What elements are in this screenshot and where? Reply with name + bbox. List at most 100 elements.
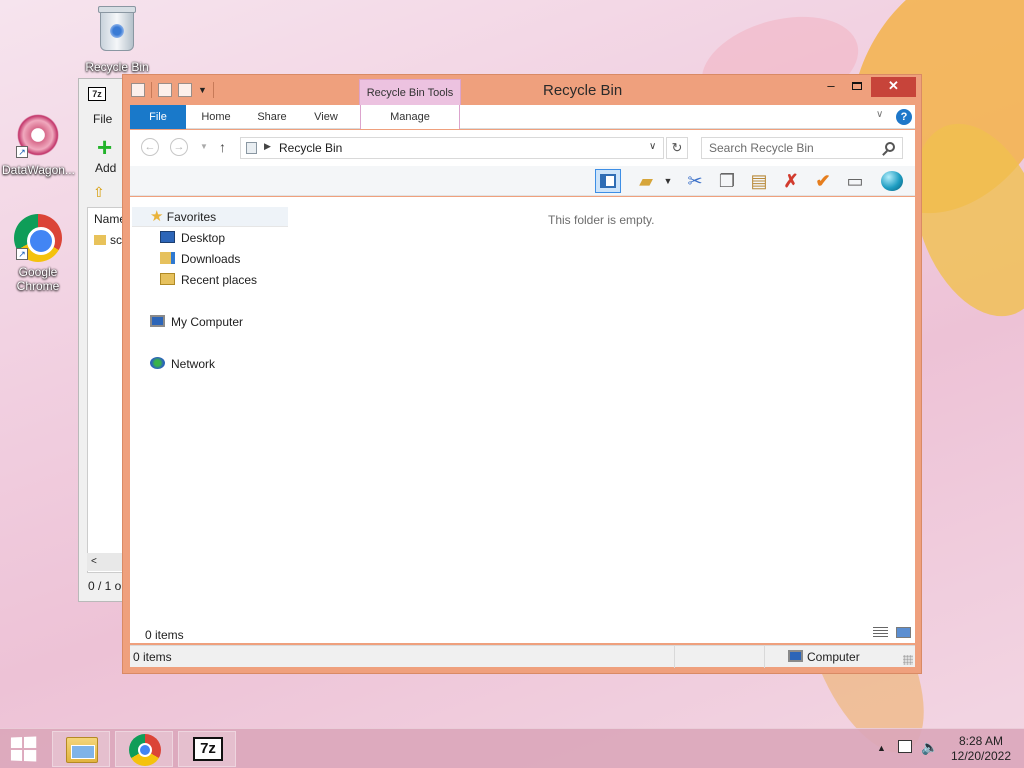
nav-item-label: My Computer [171, 315, 244, 329]
navigation-pane: ★ Favorites Desktop Downloads Recent pla… [130, 197, 288, 617]
folder-options-chevron-icon[interactable]: ▼ [662, 169, 674, 193]
help-icon[interactable]: ? [896, 109, 912, 125]
address-bar[interactable]: ▶ Recycle Bin ∨ [240, 137, 664, 159]
recycle-bin-small-icon[interactable] [131, 83, 145, 97]
up-button[interactable]: ↑ [219, 139, 226, 155]
up-folder-icon[interactable]: ⇧ [93, 184, 105, 201]
status-divider [674, 646, 675, 668]
tab-manage[interactable]: Manage [360, 105, 460, 129]
command-toolbar: ▰ ▼ ✂ ❐ ▤ ✗ ✔ ▭ [130, 166, 915, 196]
content-area[interactable]: ★ Favorites Desktop Downloads Recent pla… [130, 197, 915, 643]
desktop-icon-label: Recycle Bin [85, 60, 149, 74]
desktop-icon-datawagon[interactable]: ↗ DataWagon... [2, 112, 75, 177]
status-bar: 0 items Computer [130, 645, 915, 668]
item-count: 0 items [145, 628, 184, 642]
toolbar-divider [212, 82, 214, 98]
paste-icon[interactable]: ▤ [746, 169, 772, 193]
desktop-icon-chrome[interactable]: ↗ Google Chrome [2, 214, 74, 293]
clock-time: 8:28 AM [958, 734, 1004, 748]
file-list-item[interactable]: sc [110, 233, 122, 247]
desktop-icon-recycle-bin[interactable]: Recycle Bin [81, 6, 153, 74]
menu-file[interactable]: File [93, 112, 112, 126]
forward-button[interactable]: → [170, 138, 188, 156]
nav-item-network[interactable]: Network [150, 354, 215, 374]
status-divider [764, 646, 765, 668]
rename-icon[interactable]: ▭ [842, 169, 868, 193]
folder-icon [94, 235, 106, 245]
select-check-icon[interactable]: ✔ [810, 169, 836, 193]
datawagon-icon: ↗ [14, 112, 62, 160]
maximize-button[interactable] [844, 77, 870, 97]
taskbar-chrome[interactable] [115, 731, 173, 767]
copy-icon[interactable]: ❐ [714, 169, 740, 193]
breadcrumb[interactable]: Recycle Bin [279, 141, 342, 155]
clock[interactable]: 8:28 AM 12/20/2022 [948, 734, 1014, 764]
nav-item-desktop[interactable]: Desktop [160, 228, 225, 248]
taskbar-7zip[interactable]: 7z [178, 731, 236, 767]
tab-file[interactable]: File [130, 105, 186, 129]
resize-grip[interactable] [903, 655, 913, 665]
address-dropdown-chevron-icon[interactable]: ∨ [649, 141, 656, 152]
file-explorer-icon [66, 737, 98, 763]
shortcut-arrow-icon: ↗ [16, 248, 28, 260]
nav-item-recent-places[interactable]: Recent places [160, 270, 257, 290]
search-input[interactable]: Search Recycle Bin [701, 137, 903, 159]
pane-layout-icon [600, 174, 616, 188]
refresh-button[interactable]: ↻ [666, 137, 688, 159]
navigation-pane-button[interactable] [595, 169, 621, 193]
window-title: Recycle Bin [543, 82, 623, 99]
breadcrumb-chevron-icon[interactable]: ▶ [264, 141, 271, 152]
recycle-bin-window[interactable]: ▼ Recycle Bin Tools Recycle Bin – ✕ File… [122, 74, 922, 674]
tab-view[interactable]: View [306, 105, 346, 129]
taskbar-file-explorer[interactable] [52, 731, 110, 767]
expand-ribbon-chevron-icon[interactable]: ∨ [876, 109, 883, 120]
properties-icon[interactable] [158, 83, 172, 97]
star-icon: ★ [150, 208, 164, 225]
add-button-label[interactable]: Add [95, 161, 116, 175]
clock-date: 12/20/2022 [950, 749, 1012, 763]
nav-item-downloads[interactable]: Downloads [160, 249, 240, 269]
close-button[interactable]: ✕ [871, 77, 916, 97]
show-hidden-icons-chevron-icon[interactable]: ▲ [877, 743, 886, 753]
nav-item-favorites[interactable]: ★ Favorites [150, 207, 216, 227]
recycle-bin-small-icon [246, 142, 257, 154]
computer-icon [150, 315, 165, 327]
recent-locations-chevron-icon[interactable]: ▼ [200, 142, 208, 151]
search-placeholder: Search Recycle Bin [709, 141, 814, 155]
recent-places-icon [160, 273, 175, 285]
desktop-icon-label: Google Chrome [16, 265, 60, 293]
customize-qat-chevron-icon[interactable]: ▼ [198, 85, 207, 95]
start-button[interactable] [10, 736, 38, 762]
details-view-icon[interactable] [873, 627, 888, 638]
ribbon-tabs: File Home Share View Manage ∨ ? [130, 105, 915, 129]
status-item-count: 0 items [133, 650, 172, 664]
delete-icon[interactable]: ✗ [778, 169, 804, 193]
status-location-label: Computer [807, 650, 860, 664]
minimize-button[interactable]: – [818, 77, 844, 97]
large-icons-view-icon[interactable] [896, 627, 912, 638]
new-folder-icon[interactable] [178, 83, 192, 97]
network-tray-icon[interactable] [898, 740, 912, 753]
tab-share[interactable]: Share [250, 105, 294, 129]
nav-item-label: Desktop [181, 231, 226, 245]
cut-icon[interactable]: ✂ [682, 169, 708, 193]
maximize-icon [852, 82, 862, 90]
title-bar[interactable]: ▼ Recycle Bin Tools Recycle Bin – ✕ [123, 75, 921, 105]
properties-folder-icon[interactable]: ▰ [633, 169, 659, 193]
nav-item-label: Downloads [181, 252, 241, 266]
navigation-bar: ← → ▼ ↑ ▶ Recycle Bin ∨ ↻ Search Recycle… [130, 130, 915, 166]
volume-icon[interactable]: 🔈 [921, 739, 938, 756]
view-switcher [868, 627, 912, 641]
add-icon[interactable]: + [97, 134, 112, 160]
back-button[interactable]: ← [141, 138, 159, 156]
nav-item-label: Network [171, 357, 216, 371]
seven-zip-icon: 7z [193, 737, 223, 761]
network-icon [150, 357, 165, 369]
nav-item-my-computer[interactable]: My Computer [150, 312, 243, 332]
chrome-icon: ↗ [14, 214, 62, 262]
nav-item-label: Recent places [181, 273, 258, 287]
tab-home[interactable]: Home [192, 105, 240, 129]
shell-globe-icon[interactable] [878, 169, 906, 193]
desktop-icon-label: DataWagon... [2, 163, 75, 177]
search-icon[interactable] [885, 142, 895, 152]
